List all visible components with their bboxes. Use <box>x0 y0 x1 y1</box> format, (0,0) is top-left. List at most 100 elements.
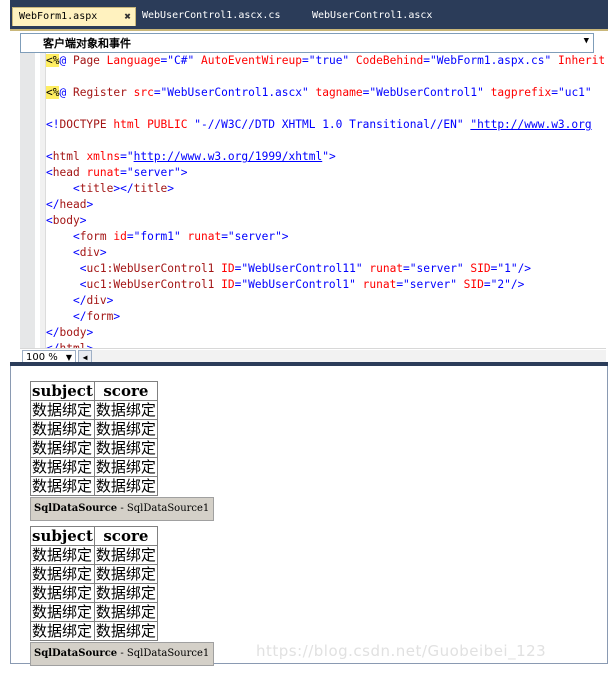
table-cell: 数据绑定 <box>30 419 95 439</box>
code-token: ="server" <box>396 278 464 291</box>
code-line[interactable]: </head> <box>46 197 606 213</box>
tab-webusercontrol1-ascx-cs[interactable]: WebUserControl1.ascx.cs <box>136 7 286 25</box>
table-cell: 数据绑定 <box>30 400 95 420</box>
code-token: src <box>133 86 154 99</box>
table-cell: 数据绑定 <box>93 583 158 603</box>
design-surface[interactable]: subject score 数据绑定 数据绑定 数据绑定 数据绑定 数据绑定 数据绑定 数据绑定… <box>11 366 607 666</box>
table-cell: 数据绑定 <box>93 545 158 565</box>
chevron-down-icon: ▼ <box>583 36 589 46</box>
code-token: ="WebUserControl1" <box>234 278 363 291</box>
code-line[interactable]: </form> <box>46 309 606 325</box>
code-line[interactable]: </html> <box>46 341 606 348</box>
table-cell: 数据绑定 <box>30 438 95 458</box>
code-line[interactable] <box>46 69 606 85</box>
table-cell: 数据绑定 <box>93 564 158 584</box>
table-cell: 数据绑定 <box>30 476 95 496</box>
code-line[interactable]: <%@ Register src="WebUserControl1.ascx" … <box>46 85 606 101</box>
sqldatasource-control[interactable]: SqlDataSource - SqlDataSource1 <box>30 497 215 521</box>
code-token: div <box>79 246 100 259</box>
gridview-header-row: subject score <box>30 526 158 546</box>
code-line[interactable]: <title></title> <box>46 181 606 197</box>
code-line[interactable]: <head runat="server"> <box>46 165 606 181</box>
code-token: <% <box>46 86 60 99</box>
code-token: tagname <box>315 86 363 99</box>
table-cell: 数据绑定 <box>30 457 95 477</box>
code-token: head <box>59 198 87 211</box>
code-token: runat <box>369 262 404 275</box>
table-row: 数据绑定 数据绑定 <box>30 457 158 477</box>
code-line[interactable] <box>46 133 606 149</box>
code-line[interactable]: <div> <box>46 245 606 261</box>
table-cell: 数据绑定 <box>93 419 158 439</box>
code-token: ="server"> <box>221 230 289 243</box>
code-line[interactable]: <uc1:WebUserControl1 ID="WebUserControl1… <box>46 277 606 293</box>
code-token: <% <box>46 54 60 67</box>
tab-webform1-aspx[interactable]: WebForm1.aspx ✖ <box>12 7 136 26</box>
code-token: http://www.w3.org/1999/xhtml <box>133 150 323 163</box>
table-cell: 数据绑定 <box>30 545 95 565</box>
code-line[interactable]: </body> <box>46 325 606 341</box>
code-token: ="WebForm1.aspx.cs" <box>423 54 558 67</box>
code-token: ="uc1" <box>551 86 592 99</box>
code-token: ID <box>214 278 235 291</box>
code-token: ID <box>214 262 235 275</box>
sqldatasource-control[interactable]: SqlDataSource - SqlDataSource1 <box>30 642 215 666</box>
code-line[interactable]: <form id="form1" runat="server"> <box>46 229 606 245</box>
code-token: Inherit <box>557 54 606 67</box>
column-header: score <box>93 526 158 546</box>
code-line[interactable]: <body> <box>46 213 606 229</box>
code-token: > <box>106 294 114 307</box>
code-token: < <box>72 182 80 195</box>
table-cell: 数据绑定 <box>30 583 95 603</box>
code-line[interactable] <box>46 101 606 117</box>
table-cell: 数据绑定 <box>93 602 158 622</box>
code-line[interactable]: <%@ Page Language="C#" AutoEventWireup="… <box>46 53 606 69</box>
code-token: DOCTYPE <box>59 118 107 131</box>
code-token: ="WebUserControl11" <box>234 262 370 275</box>
code-token: runat <box>362 278 397 291</box>
code-token: runat <box>187 230 222 243</box>
code-area[interactable]: <%@ Page Language="C#" AutoEventWireup="… <box>46 53 606 348</box>
code-line[interactable]: <uc1:WebUserControl1 ID="WebUserControl1… <box>46 261 606 277</box>
table-row: 数据绑定 数据绑定 <box>30 583 158 603</box>
table-row: 数据绑定 数据绑定 <box>30 564 158 584</box>
close-icon[interactable]: ✖ <box>124 8 131 26</box>
code-token: </ <box>46 326 60 339</box>
tab-webusercontrol1-ascx[interactable]: WebUserControl1.ascx <box>306 7 438 25</box>
gridview[interactable]: subject score 数据绑定 数据绑定 数据绑定 数据绑定 数据绑定 数据绑定 数据绑定… <box>30 381 158 496</box>
code-line[interactable]: </div> <box>46 293 606 309</box>
code-token: SID <box>470 262 491 275</box>
table-cell: 数据绑定 <box>93 476 158 496</box>
table-cell: 数据绑定 <box>93 457 158 477</box>
code-token: title <box>79 182 114 195</box>
code-token: </ <box>46 198 60 211</box>
datasource-id: SqlDataSource1 <box>126 503 210 514</box>
code-token: > <box>113 310 121 323</box>
code-token: xmlns <box>79 150 121 163</box>
table-cell: 数据绑定 <box>93 621 158 641</box>
code-token: =" <box>120 150 134 163</box>
datasource-separator: - <box>117 503 127 514</box>
table-row: 数据绑定 数据绑定 <box>30 621 158 641</box>
user-control-preview[interactable]: subject score 数据绑定 数据绑定 数据绑定 数据绑定 数据绑定 数据绑定 数据绑定… <box>30 526 215 666</box>
client-objects-dropdown[interactable]: 客户端对象和事件 ▼ <box>20 33 594 53</box>
code-token: div <box>86 294 107 307</box>
user-control-preview[interactable]: subject score 数据绑定 数据绑定 数据绑定 数据绑定 数据绑定 数据绑定 数据绑定… <box>30 381 215 521</box>
gridview[interactable]: subject score 数据绑定 数据绑定 数据绑定 数据绑定 数据绑定 数据绑定 数据绑定… <box>30 526 158 641</box>
source-editor[interactable]: 客户端对象和事件 ▼ <%@ Page Language="C#" AutoEv… <box>10 29 608 365</box>
code-token: "http://www.w3.org <box>470 118 592 131</box>
code-token: < <box>46 214 53 227</box>
table-row: 数据绑定 数据绑定 <box>30 476 158 496</box>
code-token: runat <box>79 166 121 179</box>
code-token: ="server" <box>403 262 471 275</box>
code-token: < <box>72 230 80 243</box>
table-cell: 数据绑定 <box>93 400 158 420</box>
code-line[interactable]: <!DOCTYPE html PUBLIC "-//W3C//DTD XHTML… <box>46 117 606 133</box>
code-token: ="server"> <box>120 166 188 179</box>
code-token: title <box>133 182 168 195</box>
code-token: form <box>79 230 107 243</box>
code-line[interactable]: <html xmlns="http://www.w3.org/1999/xhtm… <box>46 149 606 165</box>
